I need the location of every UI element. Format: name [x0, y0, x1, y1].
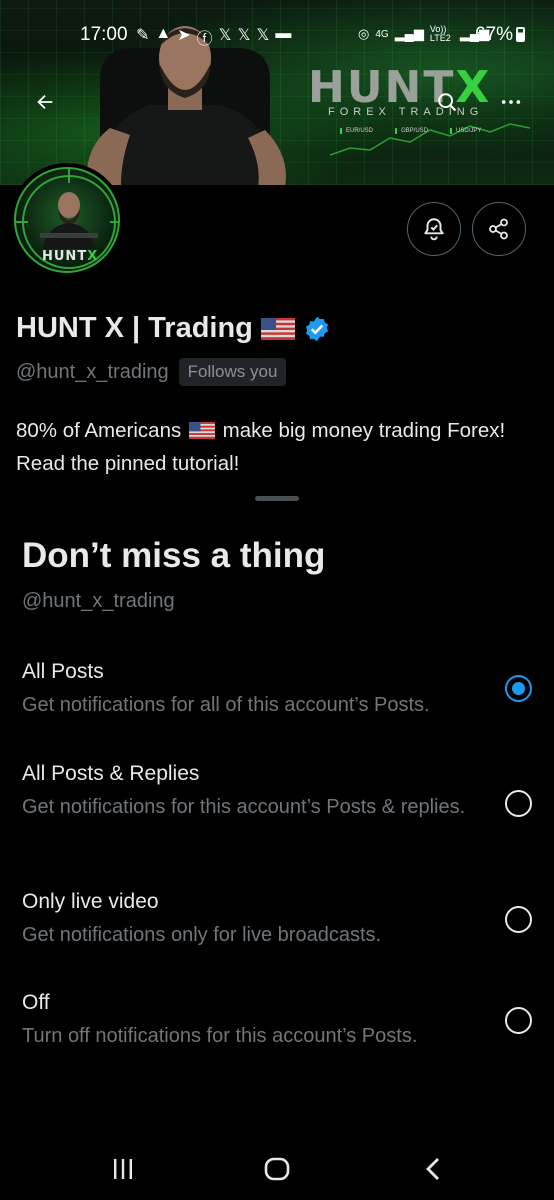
more-icon — [501, 100, 521, 104]
option-all-posts-replies[interactable]: All Posts & Replies Get notifications fo… — [0, 762, 554, 852]
option-description: Turn off notifications for this account’… — [22, 1025, 418, 1047]
battery-status: 67% — [475, 24, 526, 46]
network-type-label: 4G — [375, 28, 389, 40]
recents-icon — [114, 1159, 132, 1179]
folder-icon: ▬ — [275, 25, 292, 42]
ticker-label: GBP/USD — [395, 128, 428, 134]
sheet-title: Don’t miss a thing — [22, 536, 326, 575]
telegram-icon: ➤ — [177, 27, 191, 44]
arrow-left-icon — [37, 94, 53, 110]
avatar[interactable]: HUNTX — [10, 163, 124, 277]
bio-text: Read the pinned tutorial! — [16, 452, 240, 475]
bell-check-icon — [424, 218, 444, 241]
volte-icon: Vo)) LTE2 — [429, 24, 451, 43]
share-icon — [489, 218, 508, 240]
x-icon: 𝕏 — [256, 27, 270, 44]
option-all-posts[interactable]: All Posts Get notifications for all of t… — [0, 660, 554, 730]
radio-all-posts-replies[interactable] — [505, 790, 532, 817]
us-flag-icon — [260, 317, 295, 340]
option-title: Off — [22, 991, 50, 1014]
avatar-brand-label: HUNTX — [42, 249, 99, 264]
search-icon — [438, 93, 457, 112]
status-notification-icons: ✎ ▲ ➤ ⓕ 𝕏 𝕏 𝕏 ▬ — [136, 25, 291, 49]
banner-chart-decoration — [330, 123, 530, 156]
recents-button[interactable] — [103, 1154, 143, 1184]
ticker-label: USD/JPY — [450, 128, 481, 134]
bio-text: 80% of Americans — [16, 419, 182, 442]
status-bar: 17:00 ✎ ▲ ➤ ⓕ 𝕏 𝕏 𝕏 ▬ ◎ 4G ▂▄▆ Vo)) LTE2… — [0, 22, 554, 52]
ticker-label: EUR/USD — [340, 128, 373, 134]
option-description: Get notifications for all of this accoun… — [22, 694, 430, 716]
option-off[interactable]: Off Turn off notifications for this acco… — [0, 991, 554, 1061]
signal-icon: ▂▄▆ — [394, 26, 424, 41]
profile-handle-row: @hunt_x_trading Follows you — [16, 358, 287, 386]
verified-badge-icon[interactable] — [303, 315, 331, 343]
banner-tickers: EUR/USD GBP/USD USD/JPY — [340, 128, 481, 134]
alert-icon: ▲ — [155, 25, 172, 42]
status-system-icons: ◎ 4G ▂▄▆ Vo)) LTE2 ▂▄▆ — [358, 25, 489, 43]
system-back-button[interactable] — [413, 1154, 453, 1184]
notifications-button[interactable] — [407, 202, 461, 256]
profile-name-row: HUNT X | Trading — [16, 312, 331, 345]
share-profile-button[interactable] — [472, 202, 526, 256]
status-time: 17:00 — [80, 24, 128, 45]
bio-text: make big money trading Forex! — [222, 419, 506, 442]
sheet-drag-handle[interactable] — [255, 496, 299, 501]
edit-icon: ✎ — [136, 27, 150, 44]
hotspot-icon: ◎ — [358, 26, 370, 41]
more-button[interactable] — [494, 85, 528, 119]
option-description: Get notifications for this account’s Pos… — [22, 796, 466, 818]
x-icon: 𝕏 — [218, 27, 232, 44]
system-navigation-bar — [0, 1140, 554, 1200]
option-title: All Posts — [22, 660, 104, 683]
profile-bio: 80% of Americans make big money trading … — [16, 414, 546, 480]
search-button[interactable] — [430, 85, 464, 119]
home-icon — [264, 1157, 290, 1181]
option-only-live-video[interactable]: Only live video Get notifications only f… — [0, 890, 554, 960]
profile-name: HUNT X | Trading — [16, 312, 253, 344]
avatar-image: HUNTX — [14, 167, 120, 273]
notification-settings-sheet: Don’t miss a thing @hunt_x_trading All P… — [0, 488, 554, 1200]
battery-icon — [516, 27, 526, 42]
radio-off[interactable] — [505, 1007, 532, 1034]
sheet-account-handle: @hunt_x_trading — [22, 590, 175, 612]
home-button[interactable] — [257, 1154, 297, 1184]
follows-you-badge: Follows you — [178, 358, 287, 386]
option-title: All Posts & Replies — [22, 762, 200, 785]
back-button[interactable] — [28, 85, 62, 119]
x-icon: 𝕏 — [237, 27, 251, 44]
facebook-icon: ⓕ — [196, 31, 213, 48]
radio-only-live-video[interactable] — [505, 906, 532, 933]
screen: HUNTX FOREX TRADING EUR/USD GBP/USD USD/… — [0, 0, 554, 1200]
radio-all-posts[interactable] — [505, 675, 532, 702]
profile-handle: @hunt_x_trading — [16, 360, 169, 383]
option-description: Get notifications only for live broadcas… — [22, 924, 382, 946]
us-flag-icon — [188, 422, 215, 439]
option-title: Only live video — [22, 890, 159, 913]
back-chevron-icon — [426, 1158, 439, 1180]
